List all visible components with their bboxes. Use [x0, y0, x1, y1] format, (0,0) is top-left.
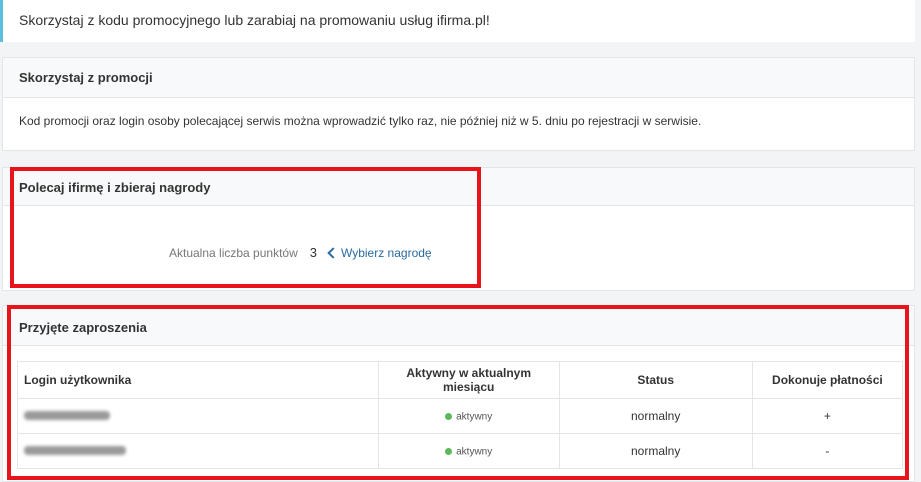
column-header-status: Status [558, 361, 753, 399]
redacted-login [24, 446, 126, 455]
status-cell: normalny [558, 398, 753, 434]
promo-panel-text: Kod promocji oraz login osoby polecające… [19, 114, 702, 128]
invitations-panel-title: Przyjęte zaproszenia [19, 320, 147, 335]
table-row: aktywny normalny + [17, 398, 904, 434]
redacted-login [24, 411, 110, 420]
invitations-panel: Przyjęte zaproszenia Login użytkownika A… [2, 305, 915, 482]
active-status-dot-icon [445, 413, 453, 421]
login-cell-redacted [17, 433, 379, 469]
login-cell-redacted [17, 398, 379, 434]
column-header-active: Aktywny w aktualnym miesiącu [377, 361, 560, 399]
table-row: aktywny normalny - [17, 433, 904, 469]
active-status-dot-icon [445, 448, 453, 456]
promo-panel-title: Skorzystaj z promocji [19, 70, 153, 85]
active-cell: aktywny [377, 398, 560, 434]
payments-cell: + [751, 398, 904, 434]
promo-panel: Skorzystaj z promocji Kod promocji oraz … [2, 57, 915, 151]
referral-panel-title: Polecaj ifirmę i zbieraj nagrody [19, 180, 211, 195]
choose-reward-link[interactable]: Wybierz nagrodę [327, 245, 432, 260]
points-row: Aktualna liczba punktów 3 Wybierz nagrod… [169, 245, 432, 260]
points-value: 3 [309, 245, 317, 260]
promo-panel-header: Skorzystaj z promocji [3, 58, 914, 98]
status-cell: normalny [558, 433, 753, 469]
table-header-row: Login użytkownika Aktywny w aktualnym mi… [17, 361, 904, 399]
info-banner: Skorzystaj z kodu promocyjnego lub zarab… [0, 0, 915, 42]
invitations-panel-header: Przyjęte zaproszenia [3, 306, 914, 346]
choose-reward-label: Wybierz nagrodę [340, 245, 432, 260]
active-label: aktywny [456, 446, 493, 458]
points-label: Aktualna liczba punktów [169, 245, 298, 260]
invitations-table: Login użytkownika Aktywny w aktualnym mi… [17, 361, 904, 469]
info-banner-text: Skorzystaj z kodu promocyjnego lub zarab… [19, 12, 490, 28]
referral-panel: Polecaj ifirmę i zbieraj nagrody Aktualn… [2, 167, 915, 291]
column-header-login: Login użytkownika [17, 361, 379, 399]
payments-cell: - [751, 433, 904, 469]
active-label: aktywny [456, 411, 493, 423]
chevron-left-icon [327, 246, 339, 259]
active-cell: aktywny [377, 433, 560, 469]
column-header-payments: Dokonuje płatności [751, 361, 904, 399]
referral-panel-header: Polecaj ifirmę i zbieraj nagrody [3, 168, 914, 206]
